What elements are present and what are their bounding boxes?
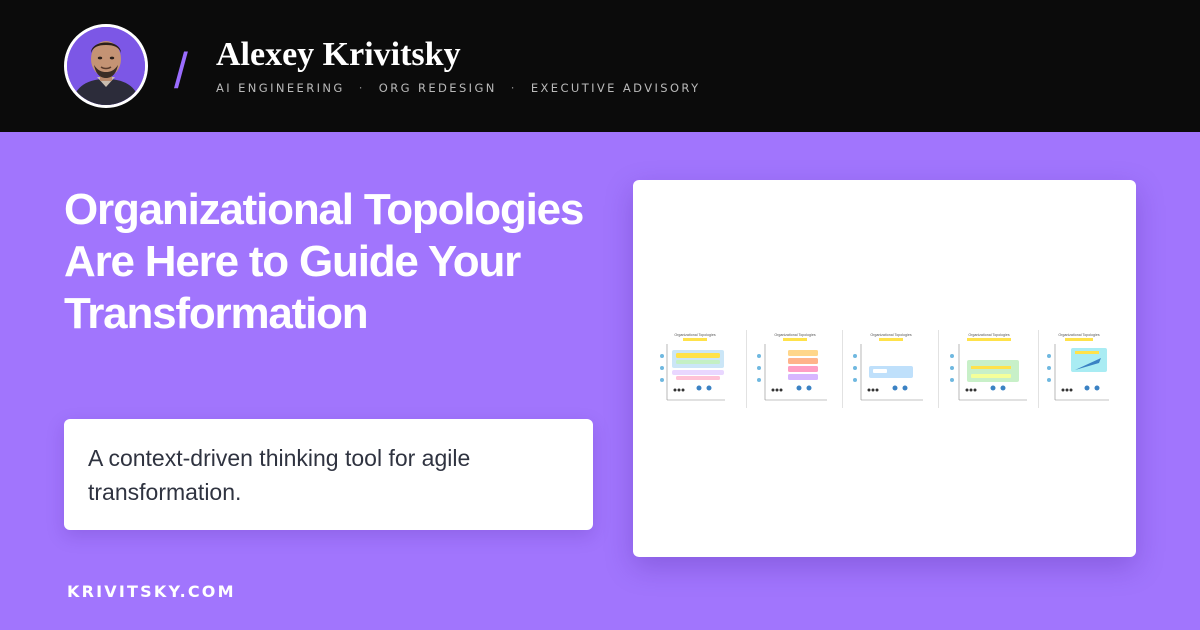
slide-title: Organizational Topologies [674,333,715,337]
slide-thumbnail: Organizational Topologies [1038,330,1116,408]
slide-thumbnail: Organizational Topologies [746,330,842,408]
header-divider: / [174,43,188,99]
tagline: AI ENGINEERING · ORG REDESIGN · EXECUTIV… [216,80,701,96]
slide-thumbnail: Organizational Topologies [653,330,746,408]
slide-thumbnail: Organizational Topologies [938,330,1038,408]
tagline-item-org-redesign: ORG REDESIGN [378,81,497,95]
slide-title: Organizational Topologies [968,333,1009,337]
slide-title: Organizational Topologies [1058,333,1099,337]
slide-thumbnail: Organizational Topologies [842,330,938,408]
subtitle-card: A context-driven thinking tool for agile… [64,419,593,530]
header-bar: / Alexey Krivitsky AI ENGINEERING · ORG … [0,0,1200,132]
subtitle-text: A context-driven thinking tool for agile… [88,445,471,505]
avatar-portrait-image [67,27,145,105]
tagline-separator: · [510,81,517,95]
article-preview-image: Organizational Topologies Organizational… [633,180,1136,557]
slide-title: Organizational Topologies [870,333,911,337]
slides-strip: Organizational Topologies Organizational… [653,330,1116,408]
author-avatar [64,24,148,108]
tagline-item-executive-advisory: EXECUTIVE ADVISORY [530,81,701,95]
site-url: KRIVITSKY.COM [67,582,236,601]
tagline-item-ai-engineering: AI ENGINEERING [216,81,345,95]
page-title: Organizational Topologies Are Here to Gu… [64,185,584,338]
author-name: Alexey Krivitsky [216,36,461,73]
slide-title: Organizational Topologies [774,333,815,337]
tagline-separator: · [358,81,365,95]
